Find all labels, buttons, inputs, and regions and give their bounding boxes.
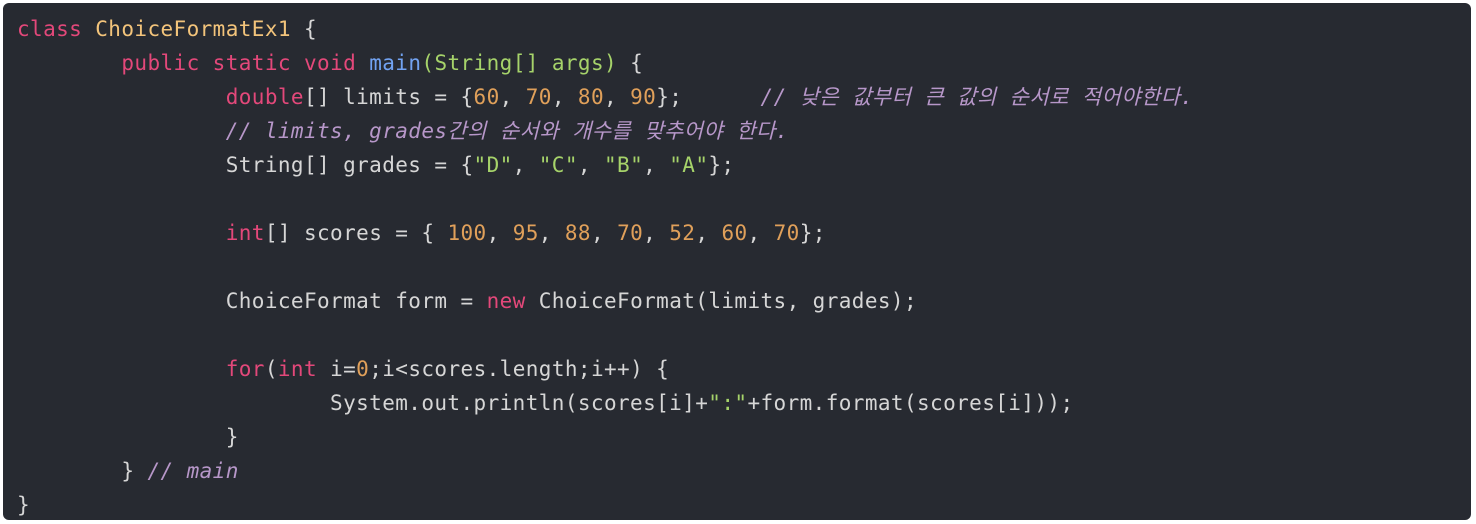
code-token-plain: ChoiceFormat(limits, grades); xyxy=(525,289,918,313)
code-token-str: ":" xyxy=(708,391,748,415)
code-token-kw: int xyxy=(225,221,265,245)
code-block: class ChoiceFormatEx1 { public static vo… xyxy=(3,3,1471,520)
code-token-plain: }; xyxy=(656,85,761,109)
code-line: System.out.println(scores[i]+":"+form.fo… xyxy=(17,386,1471,420)
code-token-num: 80 xyxy=(577,85,604,109)
code-token-plain: ChoiceFormat form = xyxy=(225,289,487,313)
code-token-str: "C" xyxy=(538,153,578,177)
code-token-num: 90 xyxy=(630,85,657,109)
code-token-fn: main xyxy=(369,51,422,75)
code-token-plain: , xyxy=(643,153,670,177)
code-token-comment: // 낮은 값부터 큰 값의 순서로 적어야한다. xyxy=(760,85,1194,109)
code-token-num: 60 xyxy=(721,221,748,245)
code-token-kw: static xyxy=(212,51,291,75)
code-token-plain: , xyxy=(747,221,774,245)
code-token-plain: , xyxy=(538,221,565,245)
code-token-plain: String[] grades = { xyxy=(225,153,474,177)
code-line: // limits, grades간의 순서와 개수를 맞추어야 한다. xyxy=(17,114,1471,148)
code-token-plain: , xyxy=(695,221,722,245)
code-token-plain: , xyxy=(577,153,604,177)
code-token-plain: , xyxy=(499,85,526,109)
code-token-num: 60 xyxy=(473,85,500,109)
code-line: for(int i=0;i<scores.length;i++) { xyxy=(17,352,1471,386)
code-token-plain: } xyxy=(225,425,239,449)
code-line: double[] limits = {60, 70, 80, 90}; // 낮… xyxy=(17,80,1471,114)
code-token-comment: // main xyxy=(147,459,239,483)
code-token-num: 88 xyxy=(564,221,591,245)
code-token-plain: } xyxy=(17,493,31,517)
code-token-num: 70 xyxy=(773,221,800,245)
code-token-plain: } xyxy=(121,459,148,483)
code-token-str: "B" xyxy=(604,153,644,177)
code-token-str: "D" xyxy=(473,153,513,177)
code-line: String[] grades = {"D", "C", "B", "A"}; xyxy=(17,148,1471,182)
code-token-num: 0 xyxy=(356,357,370,381)
code-token-kw: int xyxy=(277,357,318,381)
code-token-plain: +form.format(scores[i])); xyxy=(747,391,1074,415)
code-token-plain: ;i<scores.length;i++) { xyxy=(369,357,670,381)
code-token-plain: , xyxy=(512,153,539,177)
code-line: ChoiceFormat form = new ChoiceFormat(lim… xyxy=(17,284,1471,318)
code-token-plain: , xyxy=(551,85,578,109)
code-token-class: ChoiceFormatEx1 xyxy=(95,17,291,41)
code-token-plain: , xyxy=(486,221,513,245)
code-token-plain: [] scores = { xyxy=(264,221,448,245)
code-line: public static void main(String[] args) { xyxy=(17,46,1471,80)
code-token-num: 70 xyxy=(525,85,552,109)
code-token-plain: , xyxy=(590,221,618,245)
code-token-plain: { xyxy=(290,17,318,41)
code-line: } xyxy=(17,420,1471,454)
code-token-plain: [] limits = { xyxy=(303,85,474,109)
code-token-num: 52 xyxy=(669,221,696,245)
code-token-plain: }; xyxy=(708,153,735,177)
code-token-kw: class xyxy=(17,17,83,41)
code-token-plain: i= xyxy=(317,357,357,381)
code-token-plain: }; xyxy=(799,221,826,245)
code-content: class ChoiceFormatEx1 { public static vo… xyxy=(17,12,1471,520)
code-token-num: 70 xyxy=(617,221,644,245)
code-line: } xyxy=(17,488,1471,520)
code-line: class ChoiceFormatEx1 { xyxy=(17,12,1471,46)
code-line: int[] scores = { 100, 95, 88, 70, 52, 60… xyxy=(17,216,1471,250)
code-token-kw: public xyxy=(121,51,200,75)
code-token-plain: { xyxy=(617,51,644,75)
code-token-plain: ( xyxy=(264,357,278,381)
code-token-num: 100 xyxy=(447,221,487,245)
code-token-str: "A" xyxy=(669,153,709,177)
code-token-param: (String[] args) xyxy=(421,51,618,75)
code-line: } // main xyxy=(17,454,1471,488)
code-token-plain: , xyxy=(604,85,631,109)
code-token-kw: new xyxy=(486,289,526,313)
code-token-plain: System.out.println(scores[i]+ xyxy=(330,391,709,415)
code-token-plain: , xyxy=(643,221,670,245)
code-token-kw: double xyxy=(225,85,304,109)
code-token-num: 95 xyxy=(512,221,539,245)
code-token-kw: void xyxy=(303,51,357,75)
code-token-kw: for xyxy=(225,357,265,381)
code-token-comment: // limits, grades간의 순서와 개수를 맞추어야 한다. xyxy=(225,119,789,143)
